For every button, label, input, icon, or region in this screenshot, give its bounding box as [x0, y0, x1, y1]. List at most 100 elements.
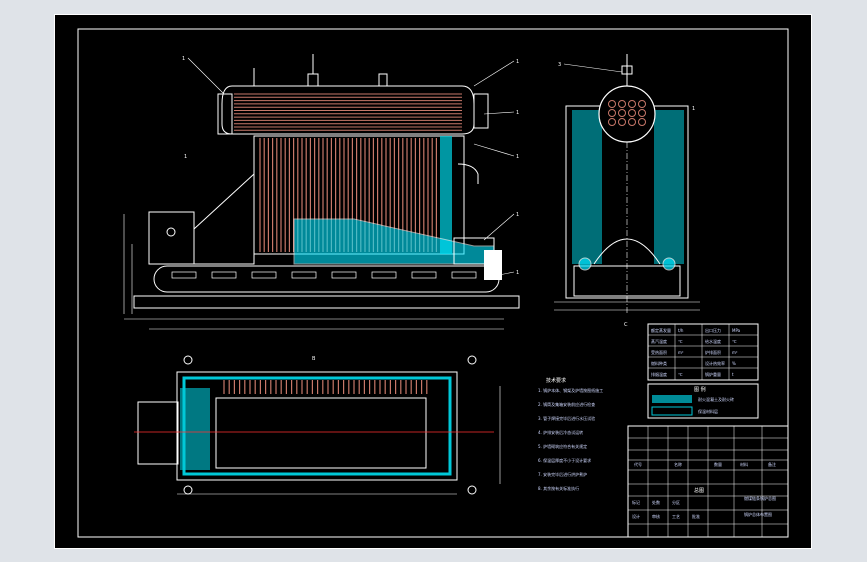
callout-7: 1	[184, 154, 187, 160]
coal-hopper	[148, 211, 195, 265]
leader-1	[187, 57, 225, 95]
drawing-title: 总图	[694, 487, 704, 494]
cad-drawing: 1 1 1 1 1 1 1 3 C 1 B 技术要求 1. 锅炉本体、钢架及炉墙…	[54, 14, 812, 549]
spec-cell: 蒸汽温度	[651, 338, 667, 344]
side-drum	[598, 85, 656, 143]
gauge-fitting	[378, 73, 388, 87]
spec-cell: 炉排面积	[705, 349, 721, 355]
tb-cell-count: 处数	[652, 499, 660, 505]
plan-lug-3	[183, 485, 193, 495]
callout-6: 1	[516, 270, 519, 276]
grate-link	[171, 271, 197, 279]
spec-cell: m²	[678, 350, 684, 355]
notes-title: 技术要求	[546, 377, 566, 384]
tb-cell-review: 审核	[652, 513, 660, 519]
grate-link	[411, 271, 437, 279]
spec-cell: MPa	[732, 328, 741, 333]
note-line-1: 1. 锅炉本体、钢架及炉墙按图纸施工	[538, 387, 603, 393]
plan-lug-4	[467, 485, 477, 495]
plan-hopper	[137, 401, 179, 465]
parts-col-qty: 数量	[714, 461, 722, 467]
spec-cell: ℃	[678, 372, 683, 377]
parts-col-note: 备注	[768, 461, 776, 467]
side-right-refractory	[654, 110, 684, 264]
spec-cell: ℃	[732, 339, 737, 344]
side-callout-3: 3	[558, 62, 561, 68]
spec-cell: 受热面积	[651, 349, 667, 355]
legend-item-1: 耐火混凝土及耐火砖	[698, 396, 734, 402]
legend-swatch-refractory	[652, 395, 692, 403]
base-frame	[133, 295, 520, 309]
leader-4	[473, 143, 515, 157]
plan-lug-1	[183, 355, 193, 365]
grate-link	[331, 271, 357, 279]
grate-link	[451, 271, 477, 279]
spec-cell: 给水温度	[705, 338, 721, 344]
spec-cell: 锅炉重量	[705, 371, 721, 377]
spec-rows: 额定蒸发量 t/h 出口压力 MPa 蒸汽温度 ℃ 给水温度 ℃ 受热面积 m² 炉排面积 m² 燃料种…	[648, 323, 758, 380]
sheet-subtitle: 锅炉总体布置图	[744, 511, 772, 517]
specs-table: 额定蒸发量 t/h 出口压力 MPa 蒸汽温度 ℃ 给水温度 ℃ 受热面积 m² 炉排面积 m² 燃料种…	[647, 323, 759, 381]
note-line-5: 5. 炉墙砌筑应符合有关规定	[538, 443, 587, 449]
grate-link	[291, 271, 317, 279]
spec-cell: t	[732, 372, 734, 377]
plan-grate	[215, 397, 427, 469]
side-leader-3	[563, 63, 623, 73]
spec-cell: 额定蒸发量	[651, 327, 671, 333]
leader-2	[473, 60, 515, 87]
grate-links	[171, 271, 477, 279]
spec-cell: 排烟温度	[651, 371, 667, 377]
note-line-6: 6. 保温层厚度不小于设计要求	[538, 457, 591, 463]
title-block-grid	[628, 426, 788, 537]
rear-wall-refractory	[440, 136, 452, 254]
main-view: 1 1 1 1 1 1 1	[123, 54, 520, 330]
hopper-door	[166, 227, 176, 237]
spec-cell: m²	[732, 350, 738, 355]
grate-link	[211, 271, 237, 279]
right-header	[473, 93, 489, 129]
callout-3: 1	[516, 110, 519, 116]
spec-cell: 燃料种类	[651, 360, 667, 366]
spec-cell: ℃	[678, 339, 683, 344]
title-block: 代号 名称 数量 材料 备注 总图 燃煤链条锅炉总图 锅炉总体布置图 标记 处数…	[627, 425, 789, 538]
grate-link	[251, 271, 277, 279]
side-view: 3 C 1	[554, 54, 700, 328]
project-name: 燃煤链条锅炉总图	[744, 495, 776, 501]
parts-col-code: 代号	[634, 461, 642, 467]
leader-5	[483, 213, 515, 241]
note-line-3: 3. 管子焊接完毕后进行水压试验	[538, 415, 595, 421]
note-line-8: 8. 其余按有关标准执行	[538, 485, 579, 491]
spec-cell: %	[732, 361, 736, 366]
legend-title: 图 例	[694, 386, 706, 393]
parts-col-name: 名称	[674, 461, 682, 467]
tb-cell-process: 工艺	[672, 514, 680, 519]
safety-valve	[307, 73, 319, 87]
legend-swatch-insulation	[651, 406, 693, 416]
plan-front-wall	[180, 388, 210, 470]
parts-col-material: 材料	[740, 461, 748, 467]
callout-5: 1	[516, 212, 519, 218]
callout-4: 1	[516, 154, 519, 160]
plan-view: B	[134, 355, 501, 495]
front-casing	[193, 172, 255, 265]
tb-cell-mark: 标记	[632, 499, 640, 505]
legend-item-2: 保温材料层	[698, 408, 718, 414]
feed-pipe	[457, 163, 479, 184]
plan-lug-2	[467, 355, 477, 365]
grate-link	[371, 271, 397, 279]
tb-cell-approve: 批准	[692, 513, 700, 519]
ash-hopper	[484, 250, 502, 280]
drawing-sheet: 1 1 1 1 1 1 1 3 C 1 B 技术要求 1. 锅炉本体、钢架及炉墙…	[54, 14, 812, 549]
callout-1: 1	[182, 56, 185, 62]
side-callout-1: 1	[692, 106, 695, 112]
callout-2: 1	[516, 59, 519, 65]
side-left-header	[578, 257, 592, 271]
note-line-7: 7. 安装完毕后进行烘炉煮炉	[538, 471, 587, 477]
tb-cell-zone: 分区	[672, 499, 680, 505]
note-line-2: 2. 锅筒及集箱安装前应进行检查	[538, 401, 595, 407]
spec-cell: 出口压力	[705, 327, 721, 333]
spec-cell: t/h	[678, 328, 684, 333]
side-grate-zone	[573, 265, 681, 297]
note-line-4: 4. 炉排安装后冷态试运转	[538, 429, 583, 435]
plan-tube-row	[223, 380, 428, 394]
